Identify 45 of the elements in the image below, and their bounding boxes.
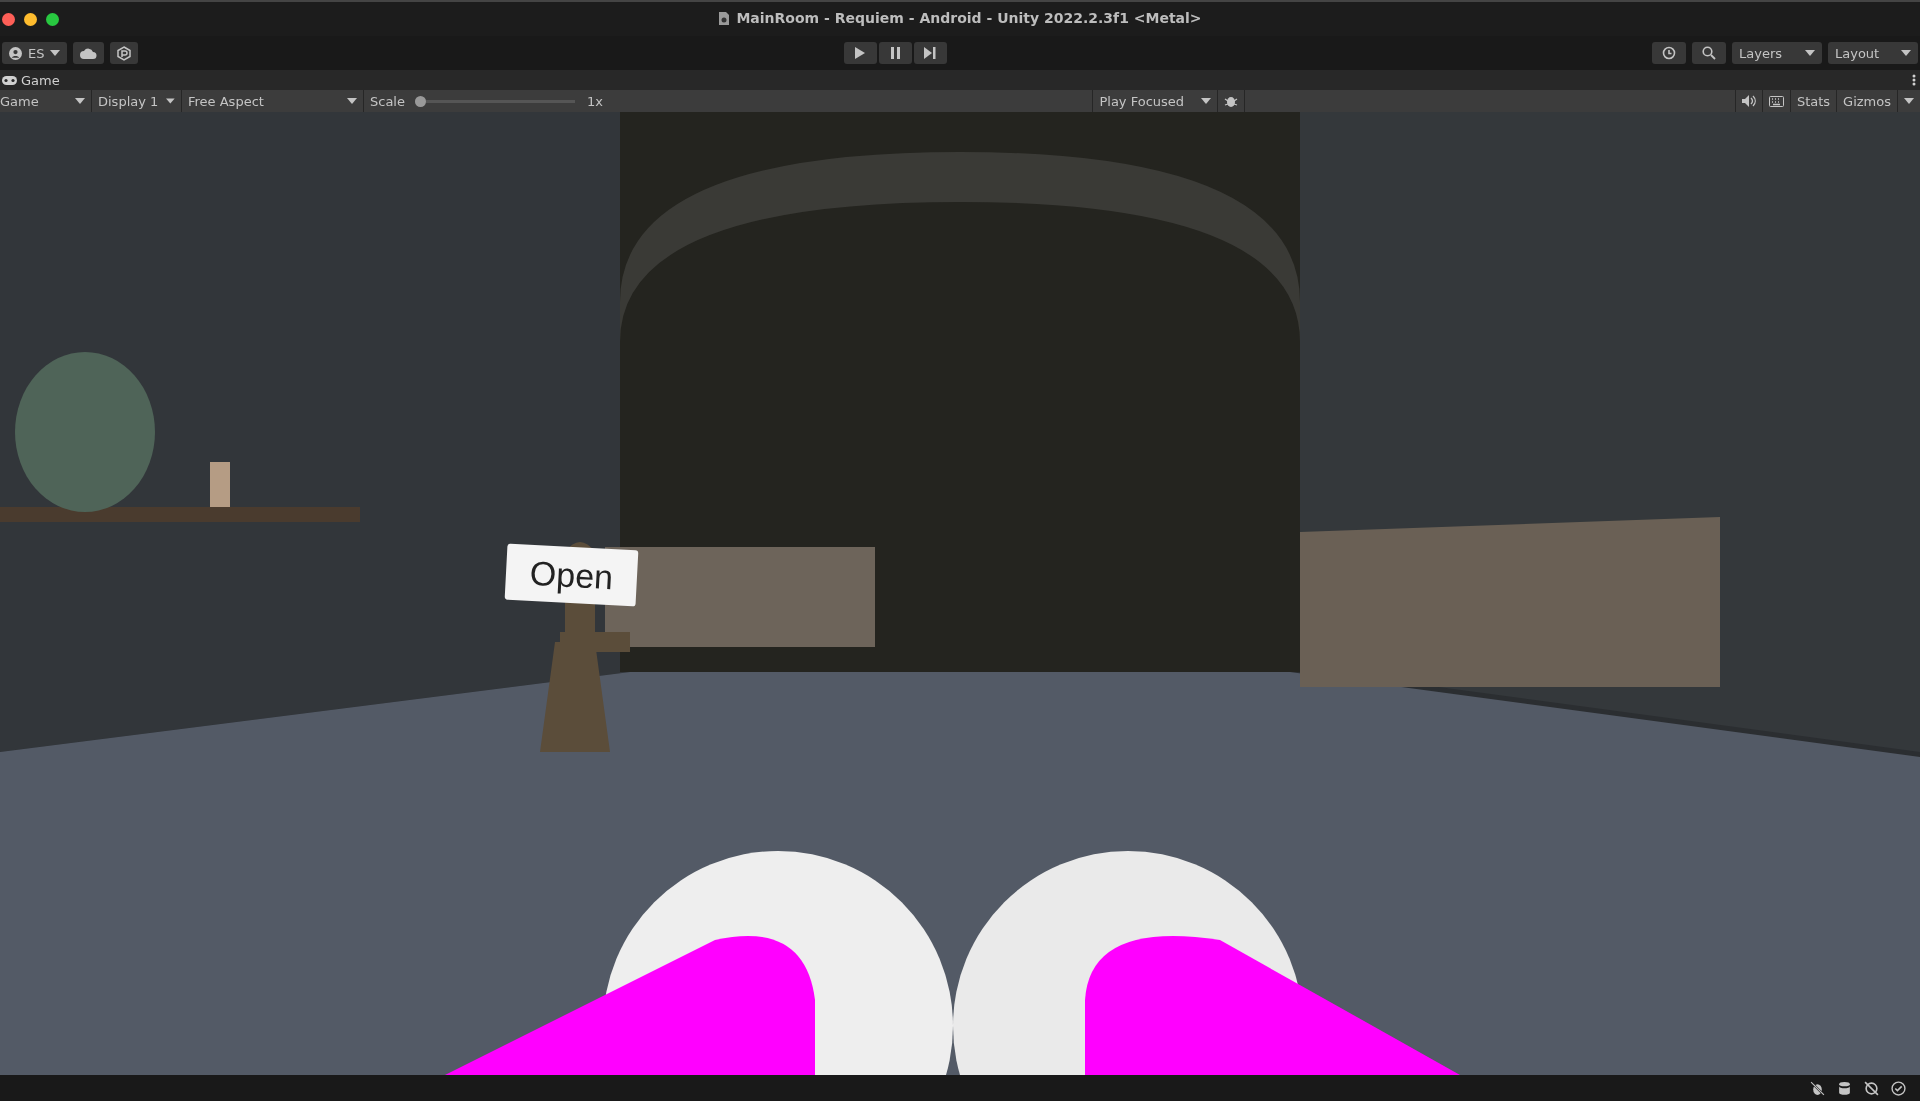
caret-icon [1901,50,1911,56]
keyboard-icon [1768,95,1784,107]
caret-icon [1805,50,1815,56]
search-icon [1702,46,1716,60]
window-title: MainRoom - Requiem - Android - Unity 2022.2.3f1 <Metal> [736,10,1202,26]
history-icon [1662,46,1676,60]
more-options-icon[interactable] [1912,74,1916,86]
step-icon [924,47,937,59]
pause-button[interactable] [878,42,912,64]
caret-icon [166,98,175,104]
minimize-button[interactable] [24,12,37,26]
layers-dropdown[interactable]: Layers [1732,42,1822,64]
user-icon [9,46,22,60]
maximize-button[interactable] [46,12,59,26]
history-button[interactable] [1652,42,1686,64]
check-circle-icon [1891,1080,1906,1096]
hexagon-icon [117,45,132,61]
pause-icon [890,47,900,59]
scale-label: Scale [369,93,406,109]
document-icon [718,10,731,26]
caret-icon [347,98,357,104]
scale-value: 1x [587,93,603,109]
caret-icon [50,50,61,56]
view-mode-dropdown[interactable]: Game [0,90,92,112]
bug-icon [1810,1080,1825,1096]
cloud-button[interactable] [73,42,105,64]
slider-thumb[interactable] [415,95,426,107]
caret-icon [75,98,85,104]
play-button[interactable] [843,42,877,64]
search-button[interactable] [1692,42,1726,64]
layout-dropdown[interactable]: Layout [1828,42,1918,64]
step-button[interactable] [913,42,947,64]
game-tab[interactable]: Game [2,72,60,88]
speaker-icon [1741,95,1756,107]
play-mode-dropdown[interactable]: Play Focused [1092,90,1219,112]
package-button[interactable] [110,42,139,64]
close-button[interactable] [2,12,15,26]
database-icon [1837,1080,1852,1096]
account-dropdown[interactable]: ES [2,42,68,64]
play-icon [855,47,866,59]
cloud-icon [80,47,98,59]
caret-icon [1904,98,1914,104]
bug-icon [1224,94,1239,108]
mute-button[interactable] [1734,90,1763,112]
caret-icon [1201,98,1212,104]
